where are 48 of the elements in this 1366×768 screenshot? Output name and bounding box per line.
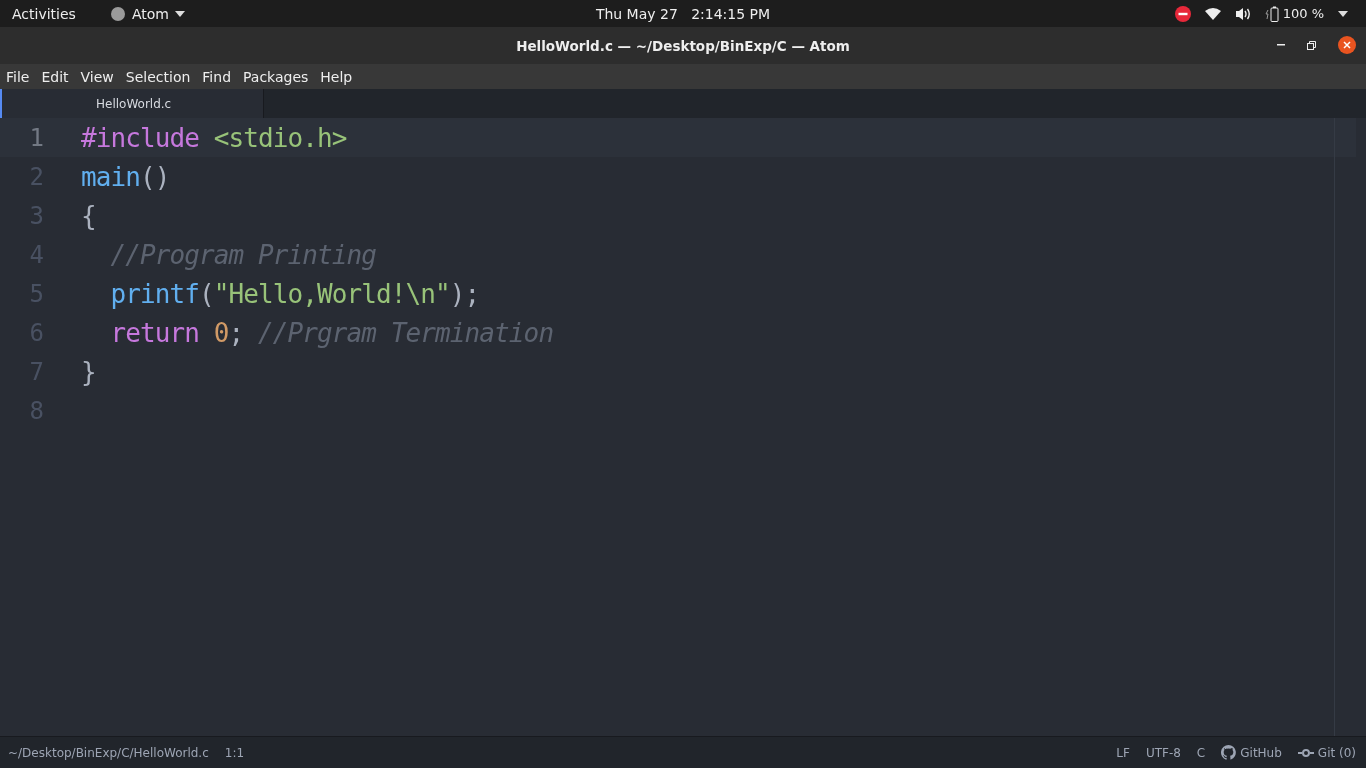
github-label[interactable]: GitHub (1240, 745, 1282, 760)
code-text: } (81, 356, 96, 387)
code-text: ; (228, 317, 245, 348)
volume-icon[interactable] (1234, 6, 1251, 21)
git-status[interactable]: Git (0) (1317, 745, 1356, 760)
github-icon[interactable] (1221, 745, 1237, 760)
keyword-token: #include (81, 122, 200, 153)
activities-button[interactable]: Activities (12, 5, 76, 22)
atom-app-icon (109, 5, 126, 22)
menu-item[interactable]: File (0, 68, 36, 85)
battery-icon[interactable] (1264, 5, 1279, 22)
string-token: <stdio.h> (212, 122, 347, 153)
function-token: main (81, 161, 140, 192)
close-icon[interactable] (1338, 36, 1356, 54)
do-not-disturb-icon[interactable] (1174, 5, 1191, 22)
code-text: () (140, 161, 170, 192)
wifi-icon[interactable] (1204, 7, 1221, 20)
code-text: ( (199, 278, 214, 309)
cursor-position[interactable]: 1:1 (224, 745, 245, 760)
menu-item[interactable]: Edit (35, 68, 75, 85)
grammar-selector[interactable]: C (1196, 745, 1206, 760)
window-title: HelloWorld.c — ~/Desktop/BinExp/C — Atom (516, 37, 850, 54)
menu-item[interactable]: Selection (119, 68, 197, 85)
clock[interactable]: Thu May 27 2:14:15 PM (595, 5, 771, 22)
code-text: { (81, 200, 96, 231)
code-comment: //Program Printing (109, 239, 377, 270)
file-path[interactable]: ~/Desktop/BinExp/C/HelloWorld.c (8, 745, 209, 760)
string-token: "Hello,World!\n" (213, 278, 450, 309)
caret-icon[interactable] (1338, 10, 1348, 17)
file-tab[interactable]: HelloWorld.c (2, 89, 264, 118)
file-encoding[interactable]: UTF-8 (1145, 745, 1181, 760)
line-ending[interactable]: LF (1116, 745, 1130, 760)
function-token: printf (109, 278, 200, 309)
number-token: 0 (212, 317, 229, 348)
keyword-token: return (109, 317, 200, 348)
git-commit-icon[interactable] (1297, 748, 1314, 757)
battery-percentage: 100 % (1282, 6, 1324, 21)
menu-item[interactable]: Find (196, 68, 237, 85)
minimize-icon[interactable] (1277, 44, 1285, 46)
menu-item[interactable]: Packages (237, 68, 315, 85)
code-comment: //Prgram Termination (258, 317, 554, 348)
code-text: ); (449, 278, 480, 309)
line-number: 1 (28, 123, 45, 152)
menu-item[interactable]: Help (314, 68, 359, 85)
restore-icon[interactable] (1307, 40, 1316, 50)
caret-icon (174, 10, 185, 17)
app-menu[interactable]: Atom (109, 5, 185, 22)
menu-item[interactable]: View (74, 68, 120, 85)
